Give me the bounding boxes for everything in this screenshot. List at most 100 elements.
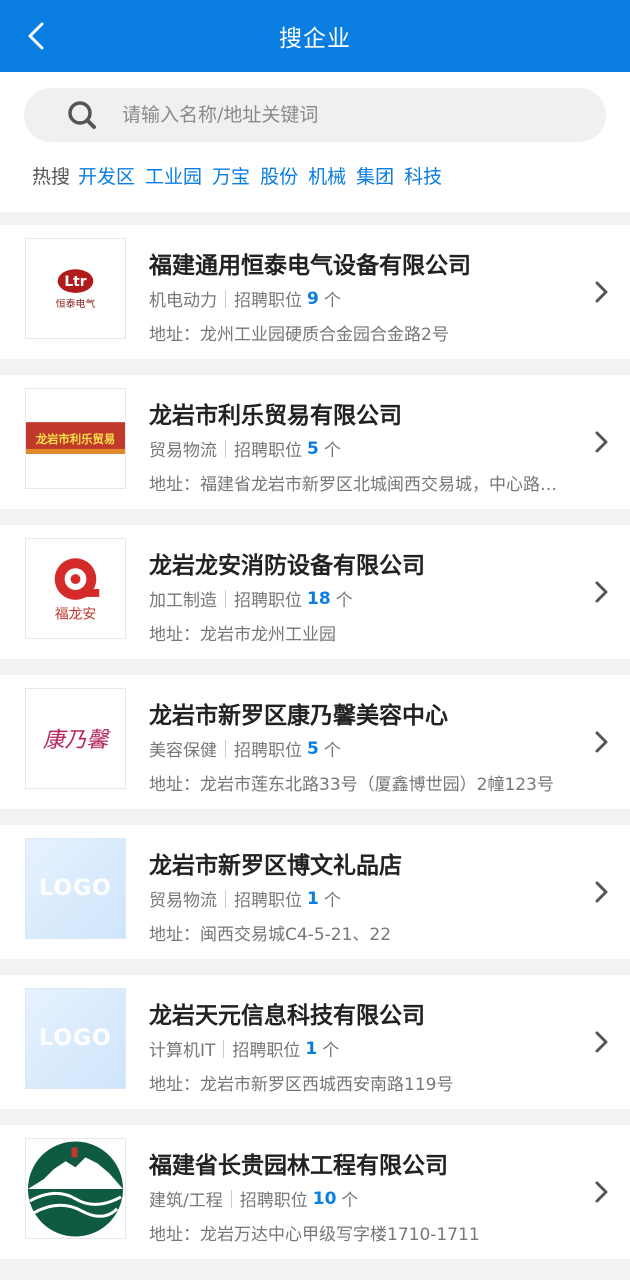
- chevron-right-icon: [595, 731, 608, 753]
- company-category: 计算机IT: [149, 1041, 216, 1061]
- company-meta: 美容保健 招聘职位 5 个: [149, 736, 341, 762]
- logo-placeholder-text: LOGO: [39, 1026, 112, 1051]
- jobs-count: 9: [307, 288, 319, 309]
- chevron-right-icon: [595, 1181, 608, 1203]
- divider: [225, 739, 226, 758]
- search-icon: [68, 101, 96, 129]
- address-text: 闽西交易城C4-5-21、22: [200, 925, 392, 945]
- company-logo: 康乃馨: [25, 688, 126, 789]
- jobs-count: 18: [307, 588, 331, 609]
- company-card[interactable]: 康乃馨 龙岩市新罗区康乃馨美容中心 美容保健 招聘职位 5 个 地址：龙岩市莲东…: [0, 675, 630, 809]
- page-title: 搜企业: [279, 26, 351, 52]
- company-name: 龙岩天元信息科技有限公司: [149, 1003, 425, 1029]
- company-category: 贸易物流: [149, 891, 217, 911]
- search-box[interactable]: [24, 88, 606, 142]
- company-meta: 贸易物流 招聘职位 5 个: [149, 436, 341, 462]
- jobs-label: 招聘职位: [234, 591, 302, 611]
- company-meta: 加工制造 招聘职位 18 个: [149, 586, 353, 612]
- address-prefix: 地址：: [149, 325, 200, 345]
- company-meta: 建筑/工程 招聘职位 10 个: [149, 1186, 359, 1212]
- jobs-label: 招聘职位: [234, 891, 302, 911]
- address-prefix: 地址：: [149, 475, 200, 495]
- company-name: 龙岩市新罗区康乃馨美容中心: [149, 703, 448, 729]
- company-card[interactable]: LOGO 龙岩天元信息科技有限公司 计算机IT 招聘职位 1 个 地址：龙岩市新…: [0, 975, 630, 1109]
- longan-logo-icon: 福龙安: [54, 557, 100, 622]
- company-address: 地址：龙岩市新罗区西城西安南路119号: [149, 1070, 601, 1095]
- hot-tag-jituan[interactable]: 集团: [356, 162, 394, 189]
- jobs-label: 招聘职位: [234, 291, 302, 311]
- company-name: 福建通用恒泰电气设备有限公司: [149, 253, 471, 279]
- company-card[interactable]: LOGO 龙岩市新罗区博文礼品店 贸易物流 招聘职位 1 个 地址：闽西交易城C…: [0, 825, 630, 959]
- company-category: 加工制造: [149, 591, 217, 611]
- search-input[interactable]: [122, 104, 542, 126]
- jobs-count: 1: [305, 1038, 318, 1059]
- jobs-unit: 个: [341, 1191, 359, 1211]
- company-address: 地址：福建省龙岩市新罗区北城闽西交易城，中心路…: [149, 470, 601, 495]
- company-name: 龙岩市新罗区博文礼品店: [149, 853, 402, 879]
- hot-tag-jixie[interactable]: 机械: [308, 162, 346, 189]
- hengtai-logo-icon: Ltr 恒泰电气: [56, 268, 95, 309]
- company-name: 福建省长贵园林工程有限公司: [149, 1153, 448, 1179]
- address-text: 龙岩市龙州工业园: [200, 625, 336, 645]
- lile-logo-icon: 龙岩市利乐贸易: [26, 421, 125, 454]
- company-category: 美容保健: [149, 741, 217, 761]
- company-card[interactable]: 龙岩市利乐贸易 龙岩市利乐贸易有限公司 贸易物流 招聘职位 5 个 地址：福建省…: [0, 375, 630, 509]
- jobs-unit: 个: [323, 441, 341, 461]
- hot-tag-gufen[interactable]: 股份: [260, 162, 298, 189]
- search-area: 热搜 开发区 工业园 万宝 股份 机械 集团 科技: [0, 72, 630, 212]
- company-card[interactable]: 福龙安 龙岩龙安消防设备有限公司 加工制造 招聘职位 18 个 地址：龙岩市龙州…: [0, 525, 630, 659]
- company-address: 地址：龙岩万达中心甲级写字楼1710-1711: [149, 1220, 601, 1245]
- hot-tag-gongyeyuan[interactable]: 工业园: [145, 162, 202, 189]
- jobs-label: 招聘职位: [234, 741, 302, 761]
- svg-text:Ltr: Ltr: [64, 274, 86, 290]
- chevron-right-icon: [595, 281, 608, 303]
- hot-tag-wanbao[interactable]: 万宝: [212, 162, 250, 189]
- address-prefix: 地址：: [149, 625, 200, 645]
- company-logo: 龙岩市利乐贸易: [25, 388, 126, 489]
- address-prefix: 地址：: [149, 925, 200, 945]
- company-card[interactable]: Ltr 恒泰电气 福建通用恒泰电气设备有限公司 机电动力 招聘职位 9 个 地址…: [0, 225, 630, 359]
- jobs-label: 招聘职位: [234, 441, 302, 461]
- jobs-unit: 个: [323, 741, 341, 761]
- company-name: 龙岩龙安消防设备有限公司: [149, 553, 425, 579]
- svg-text:龙岩市利乐贸易: 龙岩市利乐贸易: [35, 431, 116, 445]
- hot-tag-keji[interactable]: 科技: [404, 162, 442, 189]
- jobs-unit: 个: [323, 291, 341, 311]
- jobs-count: 1: [307, 888, 319, 909]
- chevron-right-icon: [595, 1031, 608, 1053]
- company-address: 地址：龙州工业园硬质合金园合金路2号: [149, 320, 601, 345]
- kangnaixin-logo-icon: 康乃馨: [43, 727, 112, 752]
- changgui-logo-icon: [27, 1140, 124, 1237]
- divider: [223, 1039, 225, 1058]
- company-name: 龙岩市利乐贸易有限公司: [149, 403, 402, 429]
- jobs-unit: 个: [322, 1041, 340, 1061]
- company-address: 地址：龙岩市龙州工业园: [149, 620, 601, 645]
- company-card[interactable]: 福建省长贵园林工程有限公司 建筑/工程 招聘职位 10 个 地址：龙岩万达中心甲…: [0, 1125, 630, 1259]
- divider: [225, 289, 226, 308]
- company-address: 地址：闽西交易城C4-5-21、22: [149, 920, 601, 945]
- svg-text:福龙安: 福龙安: [55, 606, 97, 622]
- company-logo: [25, 1138, 126, 1239]
- jobs-count: 10: [312, 1188, 337, 1209]
- jobs-unit: 个: [335, 591, 353, 611]
- divider: [225, 889, 226, 908]
- logo-placeholder-text: LOGO: [39, 876, 112, 901]
- company-meta: 计算机IT 招聘职位 1 个: [149, 1036, 340, 1062]
- address-prefix: 地址：: [149, 775, 200, 795]
- hot-search-label: 热搜: [32, 166, 71, 188]
- hot-tag-kaifaqu[interactable]: 开发区: [78, 162, 135, 189]
- company-logo: Ltr 恒泰电气: [25, 238, 126, 339]
- chevron-right-icon: [595, 881, 608, 903]
- divider: [225, 439, 226, 458]
- company-address: 地址：龙岩市莲东北路33号（厦鑫博世园）2幢123号: [149, 770, 601, 795]
- address-text: 龙州工业园硬质合金园合金路2号: [200, 325, 449, 345]
- company-logo-placeholder: LOGO: [25, 988, 126, 1089]
- divider: [225, 589, 226, 608]
- back-arrow-icon[interactable]: [20, 18, 56, 54]
- svg-text:康乃馨: 康乃馨: [43, 727, 112, 752]
- top-bar: 搜企业: [0, 0, 630, 72]
- chevron-right-icon: [595, 581, 608, 603]
- company-category: 机电动力: [149, 291, 217, 311]
- jobs-label: 招聘职位: [239, 1191, 308, 1211]
- company-meta: 机电动力 招聘职位 9 个: [149, 286, 341, 312]
